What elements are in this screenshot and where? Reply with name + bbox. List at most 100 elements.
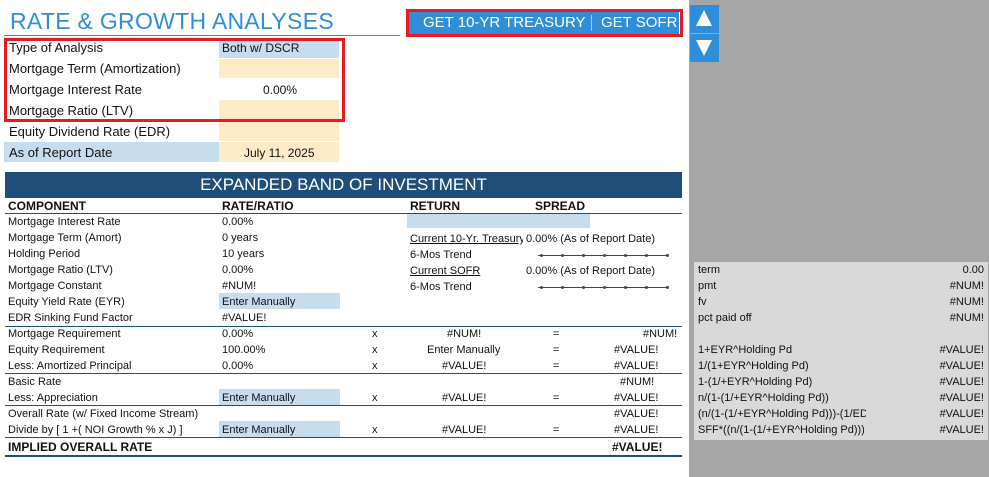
rate-label: Mortgage Interest Rate bbox=[9, 82, 142, 97]
calc-label: Less: Appreciation bbox=[8, 392, 98, 404]
trend-point bbox=[561, 254, 564, 257]
ltv-cell-bg bbox=[219, 100, 339, 119]
row-rate: 0 years bbox=[222, 232, 259, 244]
get-treasury-button[interactable]: GET 10-YR TREASURY bbox=[423, 12, 586, 34]
band-header-line bbox=[5, 196, 682, 198]
helper-value: #VALUE! bbox=[939, 376, 984, 388]
helper-label: n/(1-(1/+EYR^Holding Pd)) bbox=[698, 392, 829, 404]
title-underline bbox=[4, 35, 400, 36]
calc-mid: #VALUE! bbox=[442, 360, 487, 372]
helper-label: 1/(1+EYR^Holding Pd) bbox=[698, 360, 809, 372]
helper-value: #VALUE! bbox=[939, 344, 984, 356]
helper-label: (n/(1-(1/+EYR^Holding Pd)))-(1/EDR) bbox=[698, 408, 866, 420]
row-label: Mortgage Constant bbox=[8, 280, 102, 292]
growth-input[interactable]: Enter Manually bbox=[222, 424, 295, 436]
calc-label: Overall Rate (w/ Fixed Income Stream) bbox=[8, 408, 199, 420]
calc-rate: 100.00% bbox=[222, 344, 266, 356]
term-label: Mortgage Term (Amortization) bbox=[9, 61, 181, 76]
helper-calc-panel: term 0.00 pmt #NUM! fv #NUM! pct paid of… bbox=[694, 262, 988, 440]
sofr-label: Current SOFR bbox=[410, 265, 481, 277]
trend-point bbox=[561, 286, 564, 289]
helper-value: 0.00 bbox=[962, 264, 984, 276]
band-header: EXPANDED BAND OF INVESTMENT bbox=[5, 172, 682, 196]
date-label: As of Report Date bbox=[9, 145, 113, 160]
calc-x: x bbox=[372, 360, 378, 372]
page-title: RATE & GROWTH ANALYSES bbox=[10, 8, 334, 34]
scroll-up-button[interactable] bbox=[690, 5, 719, 33]
row-label: Mortgage Term (Amort) bbox=[8, 232, 122, 244]
calc-mid: Enter Manually bbox=[427, 344, 501, 356]
row-label: Mortgage Ratio (LTV) bbox=[8, 264, 113, 276]
sofr-value: 0.00% (As of Report Date) bbox=[526, 265, 656, 277]
calc-x: x bbox=[372, 328, 378, 340]
row-rate: 0.00% bbox=[222, 264, 254, 276]
helper-value: #NUM! bbox=[949, 312, 984, 324]
eyr-input[interactable]: Enter Manually bbox=[222, 296, 295, 308]
calc-eq: = bbox=[553, 328, 560, 340]
helper-label: fv bbox=[698, 296, 707, 308]
row-rate: 0.00% bbox=[222, 216, 254, 228]
trend-point bbox=[645, 254, 648, 257]
edr-label: Equity Dividend Rate (EDR) bbox=[9, 124, 171, 139]
calc-result: #VALUE! bbox=[614, 408, 659, 420]
ltv-label: Mortgage Ratio (LTV) bbox=[9, 103, 134, 118]
trend-point bbox=[666, 286, 669, 289]
col-return: RETURN bbox=[410, 199, 460, 213]
helper-value: #VALUE! bbox=[939, 424, 984, 436]
col-component: COMPONENT bbox=[8, 199, 86, 213]
return-spread-cell-bg bbox=[407, 214, 590, 228]
row-label: EDR Sinking Fund Factor bbox=[8, 312, 133, 324]
scroll-down-button[interactable] bbox=[690, 34, 719, 62]
row-rate: 10 years bbox=[222, 248, 265, 260]
calc-mid: #VALUE! bbox=[442, 392, 487, 404]
helper-value: #VALUE! bbox=[939, 392, 984, 404]
calc-result: #VALUE! bbox=[614, 360, 659, 372]
calc-label: Equity Requirement bbox=[8, 344, 105, 356]
calc-result: #VALUE! bbox=[614, 392, 659, 404]
trend-label-2: 6-Mos Trend bbox=[410, 281, 472, 293]
trend-point bbox=[666, 254, 669, 257]
button-divider bbox=[591, 15, 592, 31]
trend-point bbox=[624, 254, 627, 257]
fetch-button-bar: GET 10-YR TREASURY GET SOFR bbox=[409, 12, 679, 34]
calc-result: #NUM! bbox=[643, 328, 678, 340]
trend-point bbox=[645, 286, 648, 289]
arrow-up-icon bbox=[696, 10, 712, 26]
get-sofr-button[interactable]: GET SOFR bbox=[601, 12, 677, 34]
calc-label: Basic Rate bbox=[8, 376, 62, 388]
trend-label-1: 6-Mos Trend bbox=[410, 249, 472, 261]
type-value[interactable]: Both w/ DSCR bbox=[222, 41, 299, 55]
helper-value: #NUM! bbox=[949, 296, 984, 308]
calc-eq: = bbox=[553, 424, 560, 436]
helper-value: #VALUE! bbox=[939, 360, 984, 372]
calc-label: Mortgage Requirement bbox=[8, 328, 121, 340]
calc-result: #NUM! bbox=[620, 376, 655, 388]
row-label: Holding Period bbox=[8, 248, 81, 260]
calc-eq: = bbox=[553, 360, 560, 372]
spreadsheet-sheet: RATE & GROWTH ANALYSES GET 10-YR TREASUR… bbox=[0, 0, 689, 477]
calc-x: x bbox=[372, 392, 378, 404]
arrow-down-icon bbox=[696, 40, 712, 56]
implied-value: #VALUE! bbox=[612, 440, 663, 454]
calc-separator bbox=[5, 326, 682, 327]
calc-label: Less: Amortized Principal bbox=[8, 360, 132, 372]
implied-label: IMPLIED OVERALL RATE bbox=[8, 440, 153, 454]
rate-value[interactable]: 0.00% bbox=[263, 83, 297, 97]
trend-point bbox=[540, 254, 543, 257]
term-cell-bg bbox=[219, 59, 339, 78]
helper-label: pct paid off bbox=[698, 312, 752, 324]
calc-label: Divide by [ 1 +( NOI Growth % x J) ] bbox=[8, 424, 183, 436]
trend-point bbox=[582, 286, 585, 289]
trend-point bbox=[624, 286, 627, 289]
calc-rate: 0.00% bbox=[222, 328, 254, 340]
helper-value: #VALUE! bbox=[939, 408, 984, 420]
edr-cell-bg bbox=[219, 121, 339, 141]
date-value[interactable]: July 11, 2025 bbox=[244, 146, 315, 160]
calc-result: #VALUE! bbox=[614, 424, 659, 436]
calc-x: x bbox=[372, 344, 378, 356]
appreciation-input[interactable]: Enter Manually bbox=[222, 392, 295, 404]
calc-mid: #NUM! bbox=[447, 328, 482, 340]
trend-point bbox=[603, 254, 606, 257]
calc-separator bbox=[5, 405, 682, 406]
helper-label: SFF*((n/(1-(1/+EYR^Holding Pd))) bbox=[698, 424, 865, 436]
